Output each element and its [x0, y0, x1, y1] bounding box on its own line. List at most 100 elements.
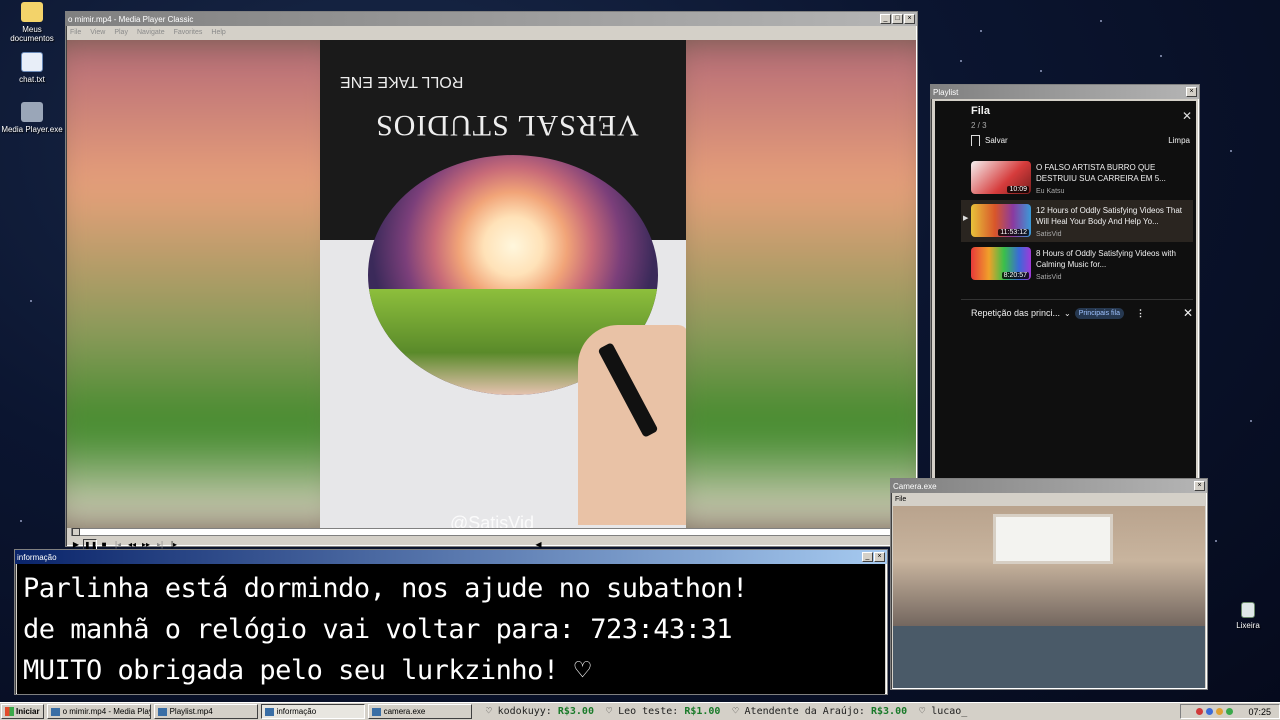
camera-titlebar[interactable]: Camera.exe × — [891, 479, 1207, 493]
maximize-button[interactable]: □ — [892, 14, 903, 24]
tray-icon[interactable] — [1206, 708, 1214, 715]
painting-hand — [578, 325, 686, 525]
taskbar-item[interactable]: o mimir.mp4 - Media Playe... — [46, 704, 151, 719]
window-title: o mimir.mp4 - Media Player Classic — [68, 14, 194, 24]
tray-icon[interactable] — [1216, 708, 1224, 715]
media-player-menubar: File View Play Navigate Favorites Help — [66, 26, 917, 39]
minimize-button[interactable]: _ — [880, 14, 891, 24]
media-player-titlebar[interactable]: o mimir.mp4 - Media Player Classic _ □ × — [66, 12, 917, 26]
tray-icon[interactable] — [1226, 708, 1234, 715]
video-thumbnail: 11:53:12 — [971, 204, 1031, 237]
camera-window: Camera.exe × File — [890, 478, 1208, 690]
start-button[interactable]: Iniciar — [1, 704, 44, 719]
menu-file[interactable]: File — [895, 496, 906, 503]
seek-bar[interactable] — [71, 528, 911, 536]
menu-view[interactable]: View — [90, 29, 105, 36]
close-button[interactable]: × — [874, 552, 885, 562]
desktop-icon-label: chat.txt — [19, 75, 45, 84]
queue-item[interactable]: 10:09 O FALSO ARTISTA BURRO QUE DESTRUIU… — [971, 157, 1193, 199]
clear-button[interactable]: Limpa — [1168, 136, 1190, 145]
taskbar-item-label: camera.exe — [383, 707, 426, 716]
desktop-icon-trash[interactable]: Lixeira — [1226, 602, 1270, 630]
taskbar-item[interactable]: Playlist.mp4 — [153, 704, 258, 719]
video-watermark: @SatisVid — [450, 513, 534, 528]
taskbar-item-active[interactable]: informação — [260, 704, 365, 719]
repeat-label[interactable]: Repetição das princi... — [971, 308, 1060, 318]
minimize-button[interactable]: _ — [862, 552, 873, 562]
video-blur-left — [67, 40, 347, 528]
playlist-window: Playlist × Fila 2 / 3 Salvar Limpa ✕ 10:… — [930, 84, 1200, 480]
menu-file[interactable]: File — [70, 29, 81, 36]
ticker-amount: R$3.00 — [870, 706, 908, 717]
save-button[interactable]: Salvar — [971, 135, 1008, 146]
video-blur-right — [667, 40, 916, 528]
close-icon[interactable]: ✕ — [1182, 109, 1192, 123]
desktop-icon-media-player[interactable]: Media Player.exe — [0, 102, 64, 134]
info-titlebar[interactable]: informação _ × — [15, 550, 887, 564]
menu-help[interactable]: Help — [211, 29, 225, 36]
app-icon — [50, 707, 60, 716]
queue-position: 2 / 3 — [971, 121, 987, 130]
playlist-titlebar[interactable]: Playlist × — [931, 85, 1199, 99]
video-area[interactable]: ROLL TAKE ENE VERSAL STUDIOS @SatisVid — [67, 40, 916, 528]
desktop-icon-my-documents[interactable]: Meus documentos — [0, 2, 64, 43]
taskbar-item-label: Playlist.mp4 — [169, 707, 213, 716]
menu-navigate[interactable]: Navigate — [137, 29, 165, 36]
queue-item[interactable]: 8:20:57 8 Hours of Oddly Satisfying Vide… — [971, 243, 1193, 285]
youtube-queue-panel: Fila 2 / 3 Salvar Limpa ✕ 10:09 O FALSO … — [935, 101, 1196, 479]
queue-footer: Repetição das princi... ⌄ Principais fil… — [971, 306, 1193, 320]
more-options-icon[interactable]: ⋮ — [1136, 308, 1145, 319]
queue-item-text: 12 Hours of Oddly Satisfying Videos That… — [1036, 200, 1193, 242]
close-icon[interactable]: ✕ — [1183, 306, 1193, 320]
taskbar-item[interactable]: camera.exe — [367, 704, 472, 719]
desktop-icon-label: Lixeira — [1236, 621, 1260, 630]
info-window: informação _ × Parlinha está dormindo, n… — [14, 549, 888, 695]
camera-desk — [893, 626, 1205, 688]
info-message-area: Parlinha está dormindo, nos ajude no sub… — [17, 564, 885, 694]
app-icon — [371, 707, 381, 716]
windows-logo-icon — [5, 707, 14, 716]
recycle-bin-icon — [1241, 602, 1255, 618]
camera-feed — [893, 506, 1205, 688]
queue-item-channel: SatisVid — [1036, 231, 1062, 238]
queue-title: Fila — [971, 105, 990, 117]
ticker-name: Atendente da Araújo: — [744, 706, 865, 717]
duration-badge: 11:53:12 — [998, 229, 1029, 236]
close-button[interactable]: × — [1194, 481, 1205, 491]
close-button[interactable]: × — [904, 14, 915, 24]
info-line: Parlinha está dormindo, nos ajude no sub… — [23, 573, 748, 604]
text-file-icon — [21, 52, 43, 72]
clapper-row-text: ROLL TAKE ENE — [340, 73, 464, 90]
queue-item-title: O FALSO ARTISTA BURRO QUE DESTRUIU SUA C… — [1036, 163, 1166, 183]
video-thumbnail: 10:09 — [971, 161, 1031, 194]
taskbar: Iniciar o mimir.mp4 - Media Playe... Pla… — [0, 702, 1280, 720]
app-icon — [264, 707, 274, 716]
queue-divider — [961, 299, 1193, 300]
save-label: Salvar — [985, 136, 1008, 145]
window-title: Playlist — [933, 87, 959, 97]
close-button[interactable]: × — [1186, 87, 1197, 97]
seek-knob[interactable] — [72, 528, 80, 536]
queue-item-current[interactable]: ▶ 11:53:12 12 Hours of Oddly Satisfying … — [961, 200, 1193, 242]
clock[interactable]: 07:25 — [1248, 707, 1271, 717]
info-line: MUITO obrigada pelo seu lurkzinho! ♡ — [23, 655, 591, 686]
ticker-name: Leo teste: — [618, 706, 679, 717]
media-player-icon — [21, 102, 43, 122]
desktop-icon-label: Media Player.exe — [1, 125, 63, 134]
camera-room-window — [993, 514, 1113, 564]
tray-icon[interactable] — [1196, 708, 1204, 715]
camera-menubar: File — [891, 493, 1207, 506]
window-title: Camera.exe — [893, 481, 937, 491]
desktop-icon-label: Meus documentos — [10, 25, 54, 43]
menu-favorites[interactable]: Favorites — [174, 29, 203, 36]
ticker-amount: R$3.00 — [557, 706, 594, 717]
menu-play[interactable]: Play — [114, 29, 128, 36]
queue-chip[interactable]: Principais fila — [1074, 307, 1124, 319]
queue-item-title: 12 Hours of Oddly Satisfying Videos That… — [1036, 206, 1183, 226]
ticker-amount: R$1.00 — [684, 706, 721, 717]
queue-header: Fila 2 / 3 Salvar Limpa — [935, 101, 1196, 146]
desktop-icon-chat-txt[interactable]: chat.txt — [0, 52, 64, 84]
folder-icon — [21, 2, 43, 22]
chevron-down-icon[interactable]: ⌄ — [1064, 309, 1071, 318]
queue-item-text: O FALSO ARTISTA BURRO QUE DESTRUIU SUA C… — [1036, 157, 1193, 199]
